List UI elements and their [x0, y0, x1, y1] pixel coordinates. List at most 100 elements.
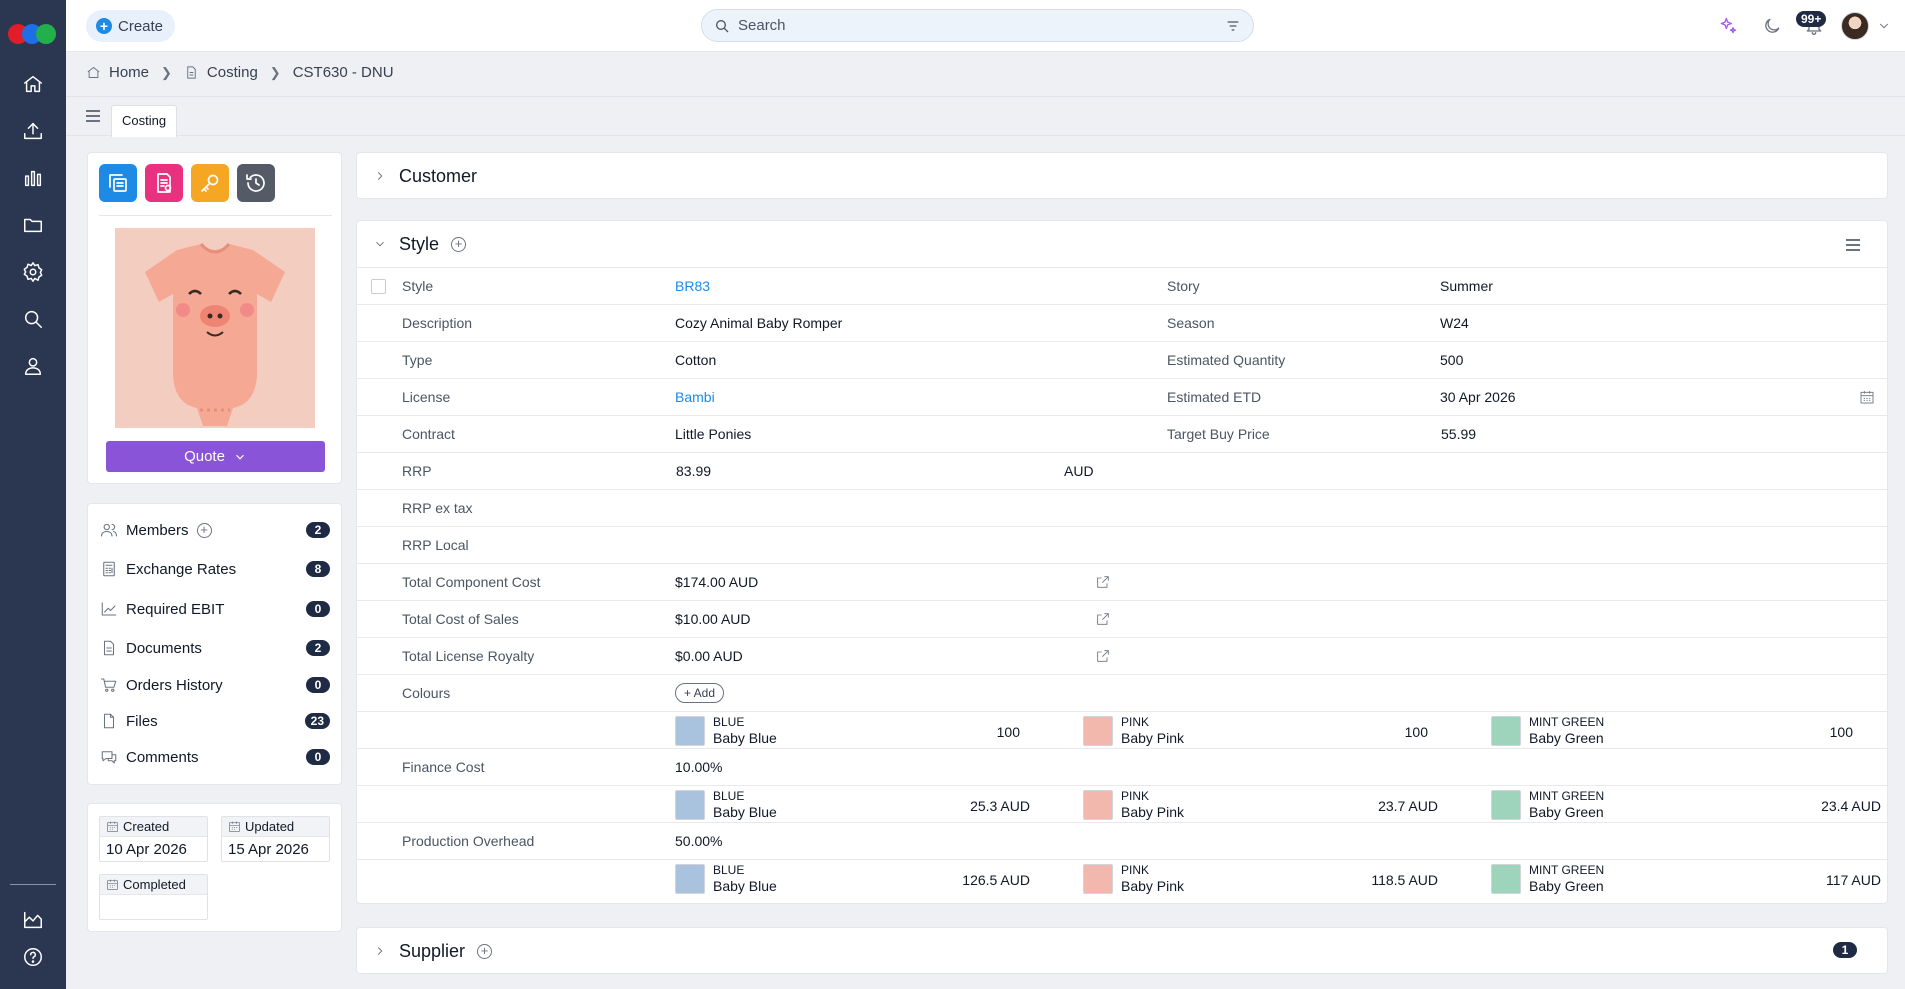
calendar-icon	[229, 821, 240, 832]
add-member-button[interactable]: +	[196, 522, 212, 538]
colour-name: Baby Green	[1529, 730, 1604, 746]
add-colour-button[interactable]: + Add	[675, 683, 725, 703]
supplier-count: 1	[1833, 942, 1857, 958]
rrp-value[interactable]: 83.99	[676, 453, 711, 490]
filter-icon[interactable]	[1225, 18, 1241, 34]
search-input[interactable]	[738, 17, 1225, 34]
comments-count: 0	[306, 749, 330, 765]
style-value-link[interactable]: BR83	[675, 268, 710, 305]
sidebar-item-label: Orders History	[126, 676, 223, 694]
sparkle-icon[interactable]	[1716, 14, 1740, 38]
colour-overhead-cost: 126.5 AUD	[962, 872, 1030, 888]
quote-button[interactable]: Quote	[106, 441, 325, 472]
help-icon[interactable]	[21, 945, 45, 969]
season-value: W24	[1440, 315, 1469, 331]
estimated-quantity-value: 500	[1440, 352, 1464, 368]
season-label: Season	[1167, 315, 1215, 331]
colour-item: MINT GREEN Baby Green 117 AUD	[1491, 862, 1887, 894]
type-value: Cotton	[675, 352, 717, 368]
members-count: 2	[306, 522, 330, 538]
app-logo[interactable]	[8, 24, 58, 44]
colour-quantity: 100	[1829, 724, 1853, 740]
total-component-cost-label: Total Component Cost	[402, 574, 541, 590]
colour-item: PINK Baby Pink 100	[1083, 714, 1483, 746]
chevron-down-icon	[376, 241, 384, 247]
colour-finance-cost: 23.7 AUD	[1378, 798, 1438, 814]
gear-icon[interactable]	[21, 260, 45, 284]
sidebar-item-documents[interactable]: Documents 2	[100, 636, 330, 660]
colour-name: Baby Green	[1529, 878, 1604, 894]
external-link-icon[interactable]	[1095, 648, 1111, 664]
history-icon[interactable]	[237, 164, 275, 202]
contract-label: Contract	[402, 426, 455, 442]
trend-icon	[101, 602, 117, 616]
sidebar-item-comments[interactable]: Comments 0	[100, 745, 330, 769]
sidebar-item-exchange-rates[interactable]: Exchange Rates 8	[100, 557, 330, 581]
key-icon[interactable]	[191, 164, 229, 202]
colour-finance-cost: 25.3 AUD	[970, 798, 1030, 814]
style-section-header[interactable]: Style +	[357, 221, 467, 267]
user-icon[interactable]	[21, 354, 45, 378]
section-menu-icon[interactable]	[1846, 239, 1860, 251]
table-row: Total Cost of Sales $10.00 AUD	[357, 600, 1887, 637]
comments-icon	[101, 751, 117, 764]
customer-section-header[interactable]: Customer	[357, 153, 1887, 199]
plus-icon: +	[96, 18, 112, 34]
avatar[interactable]	[1841, 12, 1869, 40]
calculator-icon	[103, 561, 115, 577]
calendar-icon[interactable]	[1859, 389, 1875, 405]
colour-finance-row: BLUE Baby Blue 25.3 AUD PINK Baby Pink 2…	[357, 785, 1887, 822]
add-supplier-button[interactable]: +	[477, 943, 493, 959]
menu-icon[interactable]	[86, 110, 100, 122]
colour-item: BLUE Baby Blue 126.5 AUD	[675, 862, 1075, 894]
breadcrumb: Home ❯ Costing ❯ CST630 - DNU	[86, 64, 394, 81]
colour-swatch	[1491, 716, 1521, 746]
chevron-right-icon: ❯	[161, 64, 172, 80]
sidebar-item-orders-history[interactable]: Orders History 0	[100, 673, 330, 697]
colour-swatch	[1083, 790, 1113, 820]
table-row: Colours + Add	[357, 674, 1887, 711]
report-icon[interactable]	[145, 164, 183, 202]
colour-code: PINK	[1121, 715, 1150, 729]
target-buy-price-value: 55.99	[1441, 426, 1477, 442]
copy-icon[interactable]	[99, 164, 137, 202]
chevron-down-icon	[236, 454, 244, 460]
search-icon	[716, 19, 729, 32]
breadcrumb-costing[interactable]: Costing	[207, 64, 258, 81]
license-value-link[interactable]: Bambi	[675, 379, 715, 416]
breadcrumb-home[interactable]: Home	[109, 64, 149, 81]
chevron-right-icon	[377, 172, 383, 180]
sidebar-item-required-ebit[interactable]: Required EBIT 0	[100, 597, 330, 621]
table-row: Type Cotton Estimated Quantity 500	[357, 341, 1887, 378]
supplier-section-header[interactable]: Supplier +	[357, 928, 493, 974]
table-row: Style BR83 Story Summer	[357, 267, 1887, 305]
external-link-icon[interactable]	[1095, 611, 1111, 627]
add-style-button[interactable]: +	[451, 236, 467, 252]
select-checkbox[interactable]	[371, 279, 386, 294]
reports-icon[interactable]	[21, 908, 45, 932]
story-value: Summer	[1440, 278, 1493, 294]
chevron-right-icon	[377, 947, 383, 955]
search-icon[interactable]	[21, 307, 45, 331]
colour-swatch	[675, 864, 705, 894]
create-button[interactable]: + Create	[86, 10, 176, 42]
home-icon[interactable]	[21, 72, 45, 96]
rrp-currency[interactable]: AUD	[1064, 453, 1094, 490]
external-link-icon[interactable]	[1095, 574, 1111, 590]
table-row: RRP Local	[357, 526, 1887, 563]
folder-icon[interactable]	[21, 213, 45, 237]
tab-costing[interactable]: Costing	[111, 105, 178, 137]
moon-icon[interactable]	[1760, 14, 1784, 38]
colour-code: BLUE	[713, 789, 745, 803]
chevron-down-icon[interactable]	[1872, 14, 1896, 38]
chart-icon[interactable]	[21, 166, 45, 190]
sidebar-item-files[interactable]: Files 23	[100, 709, 330, 733]
type-label: Type	[402, 352, 433, 368]
colour-finance-cost: 23.4 AUD	[1821, 798, 1881, 814]
table-row: Production Overhead 50.00%	[357, 822, 1887, 859]
sidebar-item-members[interactable]: Members + 2	[100, 518, 330, 542]
supplier-section: Supplier + 1	[356, 927, 1888, 974]
upload-icon[interactable]	[21, 119, 45, 143]
total-component-cost-value: $174.00 AUD	[675, 574, 759, 590]
search-bar	[701, 9, 1254, 42]
